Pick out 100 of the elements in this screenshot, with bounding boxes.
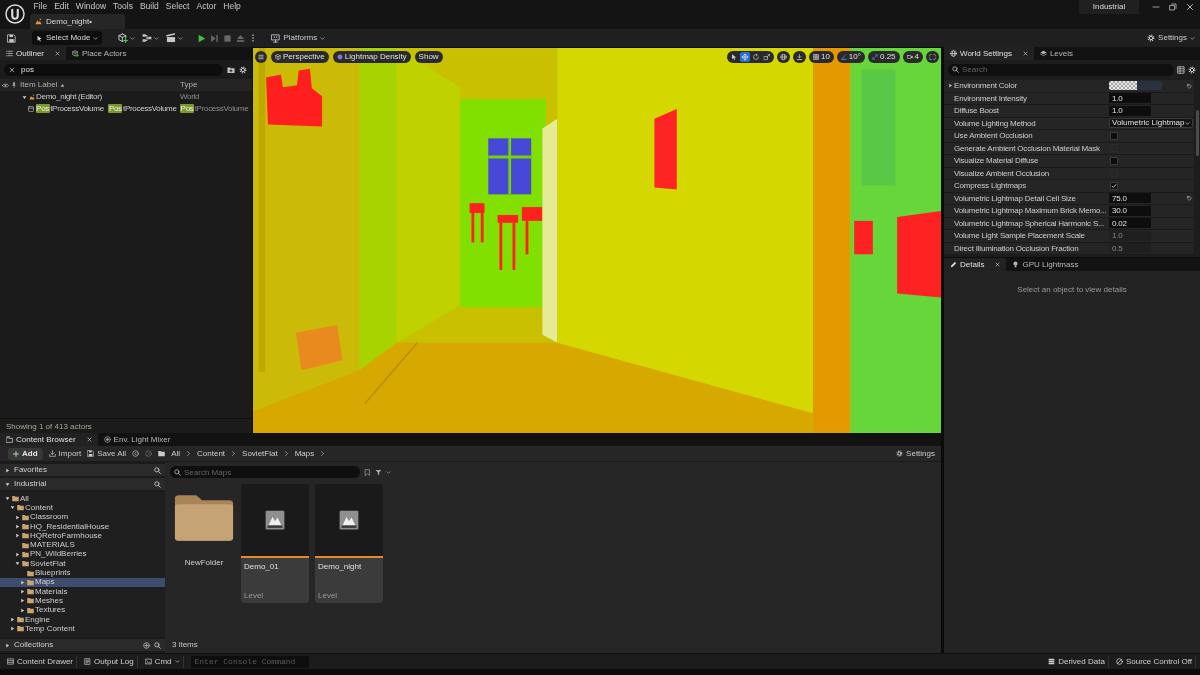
expander-icon[interactable] [5,496,10,502]
filter-icon[interactable] [375,468,382,476]
expander-icon[interactable] [20,607,25,613]
console-input[interactable]: Enter Console Command [190,655,309,668]
cube-plus-icon[interactable] [118,33,129,43]
breadcrumb[interactable]: Content [197,449,226,458]
eye-icon[interactable] [2,81,9,89]
number-field[interactable]: 1.0 [1109,105,1151,116]
command-button[interactable]: Cmd [141,655,184,668]
panel-tab[interactable]: Outliner [0,47,66,60]
caret-icon[interactable] [154,35,160,41]
menu-item[interactable]: Tools [109,0,137,12]
save-all-button[interactable]: Save All [87,449,127,458]
panel-tab[interactable]: GPU Lightmass [1006,258,1085,271]
chevron-icon[interactable] [320,451,326,456]
content-drawer-button[interactable]: Content Drawer [4,655,78,668]
section-header[interactable]: Collections [0,639,165,651]
folder-icon[interactable] [158,450,166,457]
expander-icon[interactable] [15,524,20,530]
expander-icon[interactable] [15,533,20,539]
settings-icon[interactable] [239,65,247,74]
close-icon[interactable] [1022,51,1028,56]
close-icon[interactable] [55,51,60,56]
expander-icon[interactable] [20,598,25,604]
output-log-button[interactable]: Output Log [81,655,138,668]
expander-icon[interactable] [15,551,20,557]
expander-icon[interactable] [10,505,15,511]
item-label[interactable]: Demo_night (Editor) [36,92,102,102]
expander-icon[interactable] [10,626,15,632]
panel-tab[interactable]: Details [944,258,1007,271]
folder-tree-item[interactable]: SovietFlat [0,559,165,569]
snap-button[interactable]: 0.25 [867,51,900,63]
panel-tab[interactable]: Levels [1033,47,1079,60]
folder-tree-item[interactable]: HQ_ResidentialHouse [0,521,165,532]
viewport-menu-button[interactable]: Perspective [271,51,329,63]
dropdown[interactable]: Volumetric Lightmap [1109,118,1194,129]
section-header[interactable]: Favorites [0,464,165,476]
folder-tree-item[interactable]: MATERIALS [0,540,165,550]
chevron-icon[interactable] [186,451,192,456]
expander-icon[interactable] [15,514,20,520]
reset-icon[interactable] [1186,195,1192,202]
folder-tree-item[interactable]: Engine [0,614,165,625]
scale-icon[interactable] [761,52,772,62]
search-field[interactable]: Search Maps [170,466,360,478]
close-icon[interactable] [1186,3,1194,11]
folder-tree-item[interactable]: Maps [0,577,165,587]
folder-tree-item[interactable]: Content [0,503,165,513]
menu-item[interactable]: File [30,0,51,12]
platforms-button[interactable]: Platforms [271,33,326,43]
expander-icon[interactable] [20,579,25,585]
scrollbar[interactable] [1195,110,1199,156]
viewport-menu-button[interactable]: Lightmap Density [332,51,411,63]
search-field[interactable]: Search [948,63,1174,76]
menu-item[interactable]: Actor [192,0,220,12]
back-icon[interactable] [132,450,140,457]
bookmark-icon[interactable] [364,468,371,476]
source-control-button[interactable]: Source Control Off [1112,655,1196,668]
clear-icon[interactable] [9,66,15,73]
caret-icon[interactable] [130,35,136,41]
search-icon[interactable] [154,466,161,474]
menu-item[interactable]: Build [136,0,163,12]
close-icon[interactable] [995,262,1001,267]
column-header[interactable]: Type [180,81,198,89]
menu-item[interactable]: Window [72,0,110,12]
expander-icon[interactable] [10,617,15,622]
asset-tile[interactable]: Demo_01 Level [241,484,309,603]
folder-tree-item[interactable]: Materials [0,586,165,597]
color-swatch[interactable] [1109,81,1162,91]
minimize-icon[interactable] [1152,3,1160,11]
chevron-icon[interactable] [231,451,237,456]
move-icon[interactable] [739,52,750,62]
folder-tree-item[interactable]: Meshes [0,596,165,606]
caret-icon[interactable] [386,469,391,475]
engine-logo-icon[interactable] [5,4,25,24]
expander-icon[interactable] [948,83,953,89]
asset-tile[interactable]: Demo_night Level [315,484,383,603]
import-button[interactable]: Import [48,449,82,458]
search-icon[interactable] [154,480,161,488]
panel-tab[interactable]: Place Actors [66,47,133,60]
search-field[interactable]: pos [4,63,223,76]
mode-dropdown[interactable]: Select Mode [32,31,103,45]
checkbox[interactable] [1110,181,1118,190]
settings-button[interactable]: Settings [896,449,935,458]
breadcrumb[interactable]: Maps [294,449,315,458]
save-icon[interactable] [7,33,16,43]
panel-tab[interactable]: World Settings [944,47,1034,60]
settings-icon[interactable] [1188,65,1196,74]
number-field[interactable]: 75.0 [1109,193,1151,204]
derived-data-button[interactable]: Derived Data [1045,655,1109,668]
number-field[interactable]: 0.02 [1109,218,1151,229]
folder-add-icon[interactable] [227,65,235,74]
add-icon[interactable] [143,641,150,649]
viewport-menu-button[interactable]: Show [414,51,443,63]
rotate-icon[interactable] [750,52,761,62]
add-button[interactable]: Add [8,447,43,460]
breadcrumb[interactable]: All [171,449,181,458]
menu-item[interactable]: Edit [50,0,73,12]
reset-icon[interactable] [1186,82,1192,89]
snap-button[interactable]: 10° [836,51,865,63]
item-label[interactable]: PostProcessVolume [35,104,104,114]
